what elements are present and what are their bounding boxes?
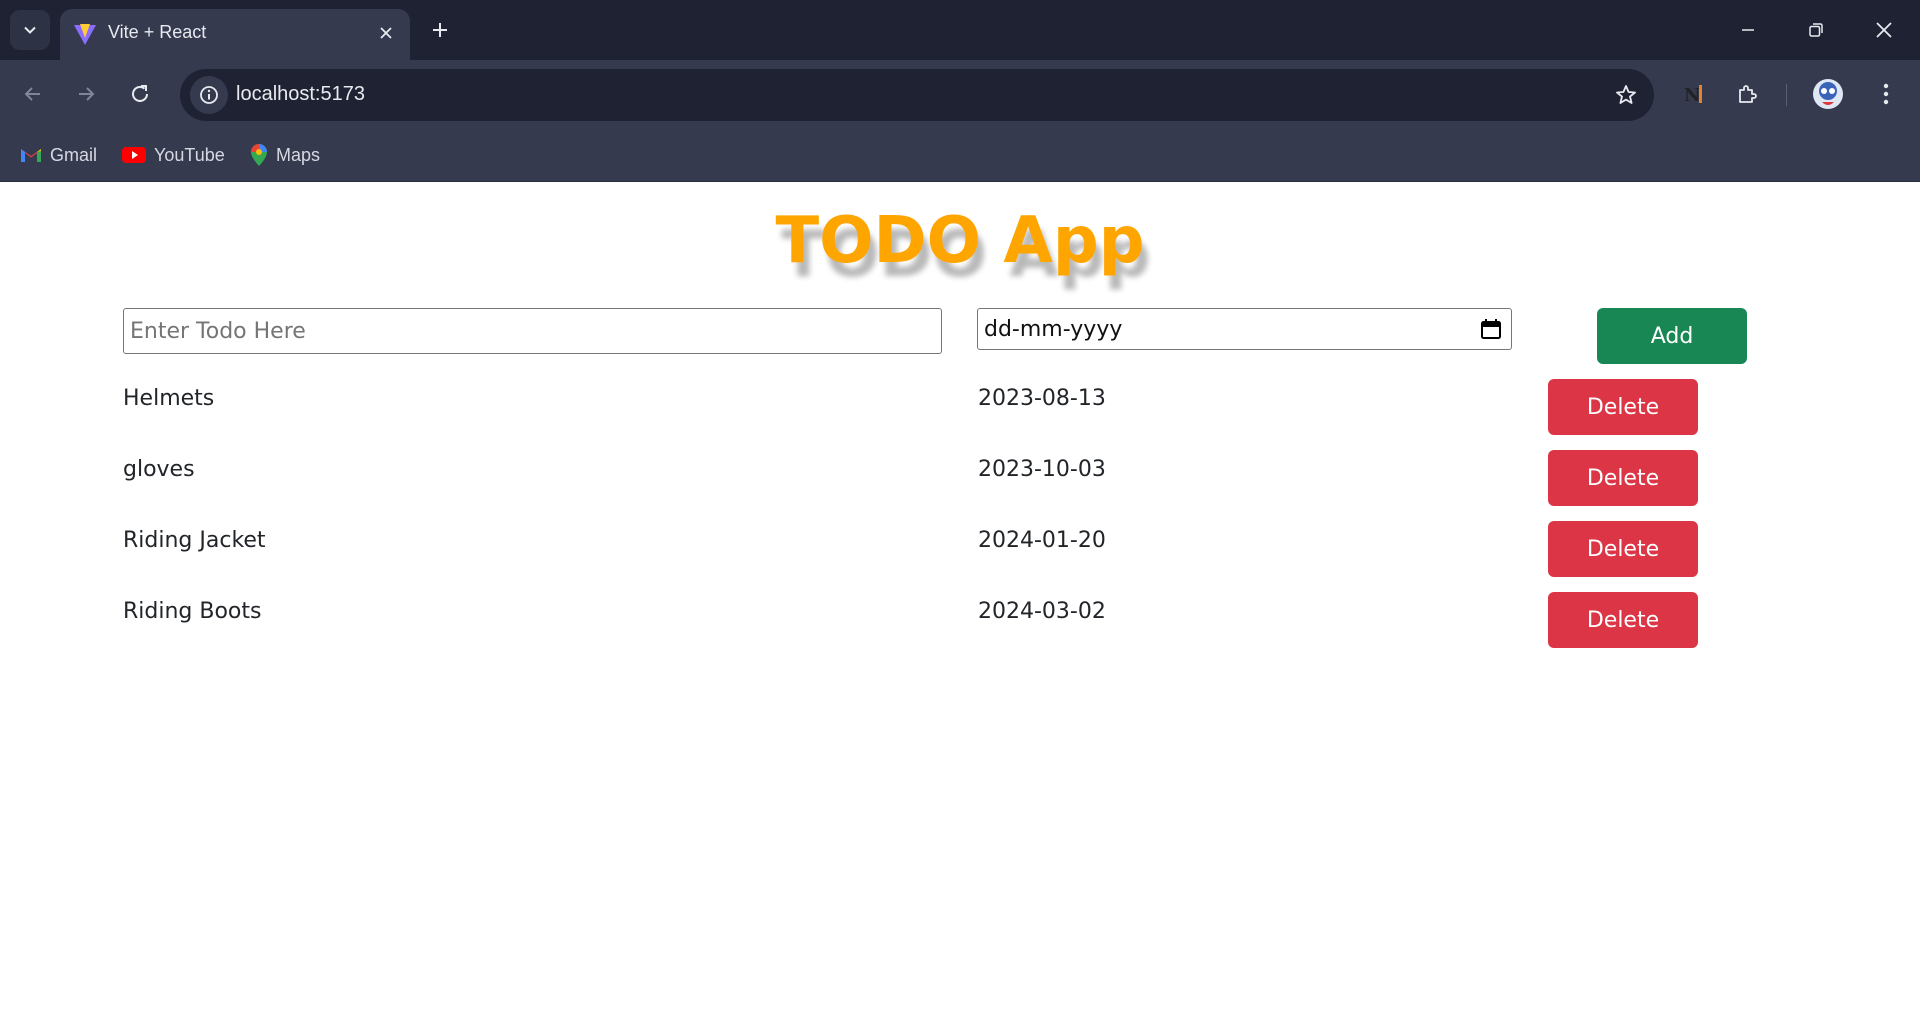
todo-item-name: Riding Jacket bbox=[123, 528, 266, 553]
date-input[interactable]: dd-mm-yyyy bbox=[977, 308, 1512, 350]
bookmark-gmail[interactable]: Gmail bbox=[20, 140, 97, 170]
puzzle-icon bbox=[1739, 85, 1757, 103]
browser-toolbar: localhost:5173 N bbox=[0, 60, 1920, 128]
tab-title: Vite + React bbox=[108, 22, 207, 42]
extension-n-icon: N bbox=[1684, 85, 1702, 106]
delete-button[interactable]: Delete bbox=[1548, 592, 1698, 648]
bookmarks-bar: Gmail YouTube Maps bbox=[0, 128, 1920, 182]
extensions-menu-button[interactable] bbox=[1728, 74, 1768, 114]
profile-avatar[interactable] bbox=[1808, 74, 1848, 114]
bookmark-label: YouTube bbox=[154, 144, 225, 165]
bookmark-label: Gmail bbox=[50, 144, 98, 165]
reload-button[interactable] bbox=[120, 74, 160, 114]
forward-button[interactable] bbox=[66, 74, 106, 114]
avatar-icon bbox=[1813, 79, 1843, 109]
reload-icon bbox=[132, 85, 148, 102]
youtube-icon bbox=[122, 147, 146, 163]
more-vert-icon bbox=[1883, 83, 1889, 105]
arrow-left-icon bbox=[24, 87, 40, 101]
maps-icon bbox=[251, 144, 267, 166]
todo-item-date: 2024-01-20 bbox=[978, 528, 1106, 553]
close-icon bbox=[380, 27, 392, 39]
gmail-icon bbox=[21, 149, 41, 162]
bookmark-youtube[interactable]: YouTube bbox=[122, 140, 225, 170]
restore-icon bbox=[1809, 23, 1823, 37]
vite-icon bbox=[74, 24, 96, 45]
page-content: TODO App dd-mm-yyyy Add Helmets 2023-08-… bbox=[0, 182, 1920, 1010]
new-tab-button[interactable] bbox=[422, 12, 458, 48]
site-info-button[interactable] bbox=[190, 76, 228, 114]
minimize-icon bbox=[1742, 29, 1754, 31]
tab-search-button[interactable] bbox=[10, 10, 50, 50]
bookmark-label: Maps bbox=[276, 144, 321, 165]
page-title: TODO App bbox=[775, 204, 1145, 278]
delete-button[interactable]: Delete bbox=[1548, 450, 1698, 506]
todo-item-date: 2023-10-03 bbox=[978, 457, 1106, 482]
svg-text:N: N bbox=[1684, 85, 1700, 106]
address-bar[interactable]: localhost:5173 bbox=[180, 69, 1654, 121]
delete-button[interactable]: Delete bbox=[1548, 521, 1698, 577]
delete-button[interactable]: Delete bbox=[1548, 379, 1698, 435]
browser-tab[interactable]: Vite + React bbox=[60, 9, 410, 60]
minimize-button[interactable] bbox=[1728, 10, 1768, 50]
close-window-button[interactable] bbox=[1864, 10, 1904, 50]
todo-item-name: Riding Boots bbox=[123, 599, 262, 624]
bookmark-star-button[interactable] bbox=[1612, 81, 1640, 109]
calendar-icon[interactable] bbox=[1479, 317, 1503, 341]
restore-button[interactable] bbox=[1796, 10, 1836, 50]
star-icon bbox=[1616, 85, 1636, 104]
add-button[interactable]: Add bbox=[1597, 308, 1747, 364]
date-input-text: dd-mm-yyyy bbox=[984, 317, 1123, 342]
back-button[interactable] bbox=[13, 74, 53, 114]
todo-input[interactable] bbox=[123, 308, 942, 354]
chevron-down-icon bbox=[24, 26, 36, 34]
tab-strip: Vite + React bbox=[0, 0, 1920, 60]
browser-menu-button[interactable] bbox=[1866, 74, 1906, 114]
arrow-right-icon bbox=[79, 87, 95, 101]
close-icon bbox=[1876, 22, 1892, 38]
todo-item-date: 2024-03-02 bbox=[978, 599, 1106, 624]
todo-item-date: 2023-08-13 bbox=[978, 386, 1106, 411]
url-text: localhost:5173 bbox=[236, 83, 365, 105]
bookmark-maps[interactable]: Maps bbox=[250, 140, 320, 170]
todo-item-name: gloves bbox=[123, 457, 195, 482]
extension-button[interactable]: N bbox=[1674, 74, 1714, 114]
info-icon bbox=[200, 86, 218, 104]
toolbar-divider bbox=[1786, 84, 1787, 106]
plus-icon bbox=[433, 23, 447, 37]
todo-item-name: Helmets bbox=[123, 386, 215, 411]
close-tab-button[interactable] bbox=[374, 21, 398, 45]
